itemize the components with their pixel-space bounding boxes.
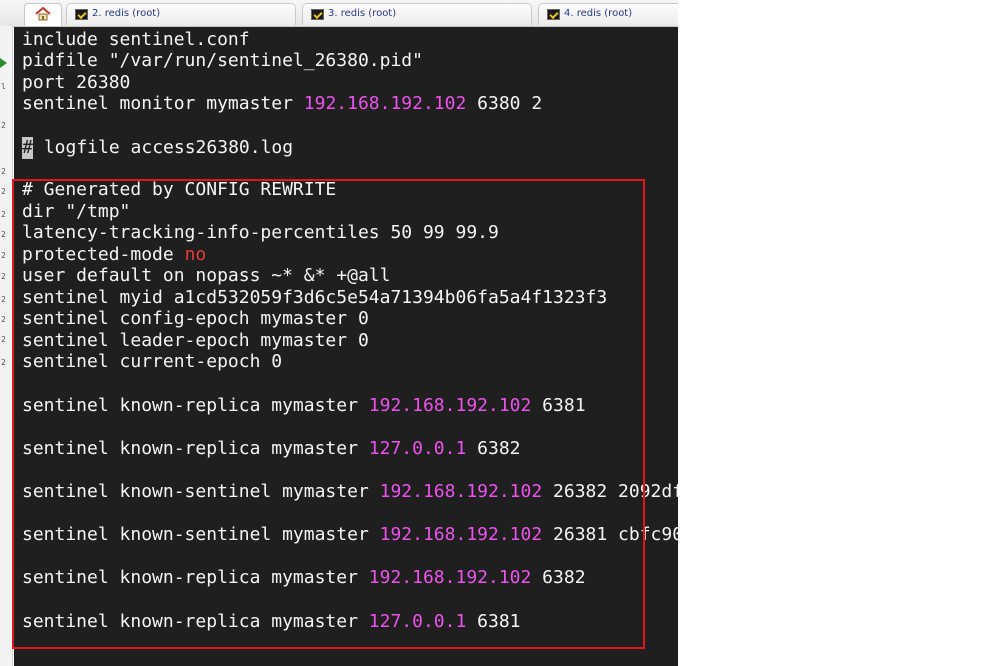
gutter-mark: 2 [1, 358, 6, 367]
tab-session-4[interactable]: 4. redis (root) [538, 3, 678, 25]
terminal-text: 192.168.192.102 [379, 524, 543, 545]
terminal-line: sentinel config-epoch mymaster 0 [22, 308, 369, 330]
terminal-line: sentinel known-replica mymaster 127.0.0.… [22, 438, 521, 460]
terminal-text: sentinel known-replica mymaster [22, 567, 369, 588]
terminal-text: 6382 [466, 438, 521, 459]
terminal-text: sentinel known-sentinel mymaster [22, 524, 380, 545]
terminal-text: sentinel known-replica mymaster [22, 438, 369, 459]
terminal-line: sentinel known-replica mymaster 127.0.0.… [22, 611, 521, 633]
terminal-line: protected-mode no [22, 244, 206, 266]
terminal-text: sentinel leader-epoch mymaster 0 [22, 330, 369, 351]
gutter-mark: 2 [1, 121, 6, 130]
terminal-text: protected-mode [22, 244, 185, 265]
tab-label: 3. redis (root) [328, 8, 397, 19]
terminal-text: user default on nopass ~* &* +@all [22, 265, 391, 286]
gutter-mark: l [1, 82, 6, 91]
gutter-mark: 2 [1, 335, 6, 344]
gutter-mark: 2 [1, 295, 6, 304]
terminal-line: # Generated by CONFIG REWRITE [22, 179, 336, 201]
terminal-line: pidfile "/var/run/sentinel_26380.pid" [22, 50, 423, 72]
home-icon [35, 7, 51, 21]
terminal-line: sentinel known-replica mymaster 192.168.… [22, 567, 586, 589]
terminal-line: port 26380 [22, 72, 130, 94]
terminal-line: sentinel known-replica mymaster 192.168.… [22, 395, 586, 417]
terminal-text: 6381 [531, 395, 586, 416]
terminal-text: sentinel known-sentinel mymaster [22, 481, 380, 502]
gutter-mark: 2 [1, 210, 6, 219]
terminal-text: latency-tracking-info-percentiles 50 99 … [22, 222, 499, 243]
terminal-text: sentinel config-epoch mymaster 0 [22, 308, 369, 329]
terminal-icon [75, 9, 88, 20]
terminal-text: 26382 2092df [542, 481, 678, 502]
terminal-line: sentinel known-sentinel mymaster 192.168… [22, 481, 678, 503]
terminal-icon [311, 9, 324, 20]
tab-label: 2. redis (root) [92, 8, 161, 19]
terminal-line: # logfile access26380.log [22, 137, 293, 159]
blank-area [679, 0, 994, 666]
terminal-text: 192.168.192.102 [368, 567, 532, 588]
gutter-mark: 2 [1, 230, 6, 239]
terminal-line: user default on nopass ~* &* +@all [22, 265, 390, 287]
terminal-text: # [22, 137, 33, 159]
terminal-text: sentinel myid a1cd532059f3d6c5e54a71394b… [22, 287, 608, 308]
gutter-mark: 2 [1, 187, 6, 196]
terminal-text: sentinel current-epoch 0 [22, 351, 283, 372]
left-gutter: l 2 2 2 2 2 2 2 2 2 2 2 [0, 26, 13, 666]
terminal-text: 127.0.0.1 [368, 611, 467, 632]
terminal-text: include sentinel.conf [22, 29, 250, 50]
terminal-text: no [184, 244, 207, 265]
terminal-line: include sentinel.conf [22, 29, 250, 51]
terminal-text: logfile access26380.log [33, 137, 294, 158]
terminal-text: sentinel monitor mymaster [22, 93, 304, 114]
terminal-text: 127.0.0.1 [368, 438, 467, 459]
terminal-line: dir "/tmp" [22, 201, 130, 223]
session-tab-bar: 2. redis (root) 3. redis (root) 4. redis… [0, 0, 678, 27]
terminal-line: latency-tracking-info-percentiles 50 99 … [22, 222, 499, 244]
terminal-output[interactable]: include sentinel.conf pidfile "/var/run/s… [14, 27, 678, 666]
terminal-text: 192.168.192.102 [379, 481, 543, 502]
terminal-line: sentinel myid a1cd532059f3d6c5e54a71394b… [22, 287, 607, 309]
tab-label: 4. redis (root) [564, 8, 633, 19]
terminal-line: sentinel current-epoch 0 [22, 351, 282, 373]
terminal-text: sentinel known-replica mymaster [22, 395, 369, 416]
terminal-text: pidfile "/var/run/sentinel_26380.pid" [22, 50, 423, 71]
home-tab[interactable] [24, 3, 62, 26]
terminal-text: 192.168.192.102 [368, 395, 532, 416]
gutter-mark: 2 [1, 315, 6, 324]
terminal-icon [547, 9, 560, 20]
terminal-text: sentinel known-replica mymaster [22, 611, 369, 632]
tab-session-3[interactable]: 3. redis (root) [302, 3, 532, 25]
terminal-text: 192.168.192.102 [303, 93, 467, 114]
terminal-text: 6382 [531, 567, 586, 588]
terminal-line: sentinel known-sentinel mymaster 192.168… [22, 524, 678, 546]
tab-session-2[interactable]: 2. redis (root) [66, 3, 296, 25]
gutter-mark: 2 [1, 272, 6, 281]
terminal-text: 6380 2 [466, 93, 543, 114]
terminal-line: sentinel leader-epoch mymaster 0 [22, 330, 369, 352]
terminal-text: dir "/tmp" [22, 201, 131, 222]
play-arrow-icon [0, 58, 7, 68]
terminal-text: 6381 [466, 611, 521, 632]
terminal-text: 26381 cbfc90 [542, 524, 678, 545]
terminal-text: port 26380 [22, 72, 131, 93]
terminal-text: # Generated by CONFIG REWRITE [22, 179, 337, 200]
terminal-app-window: 2. redis (root) 3. redis (root) 4. redis… [0, 0, 994, 666]
gutter-mark: 2 [1, 251, 6, 260]
gutter-mark: 2 [1, 167, 6, 176]
terminal-line: sentinel monitor mymaster 192.168.192.10… [22, 93, 542, 115]
